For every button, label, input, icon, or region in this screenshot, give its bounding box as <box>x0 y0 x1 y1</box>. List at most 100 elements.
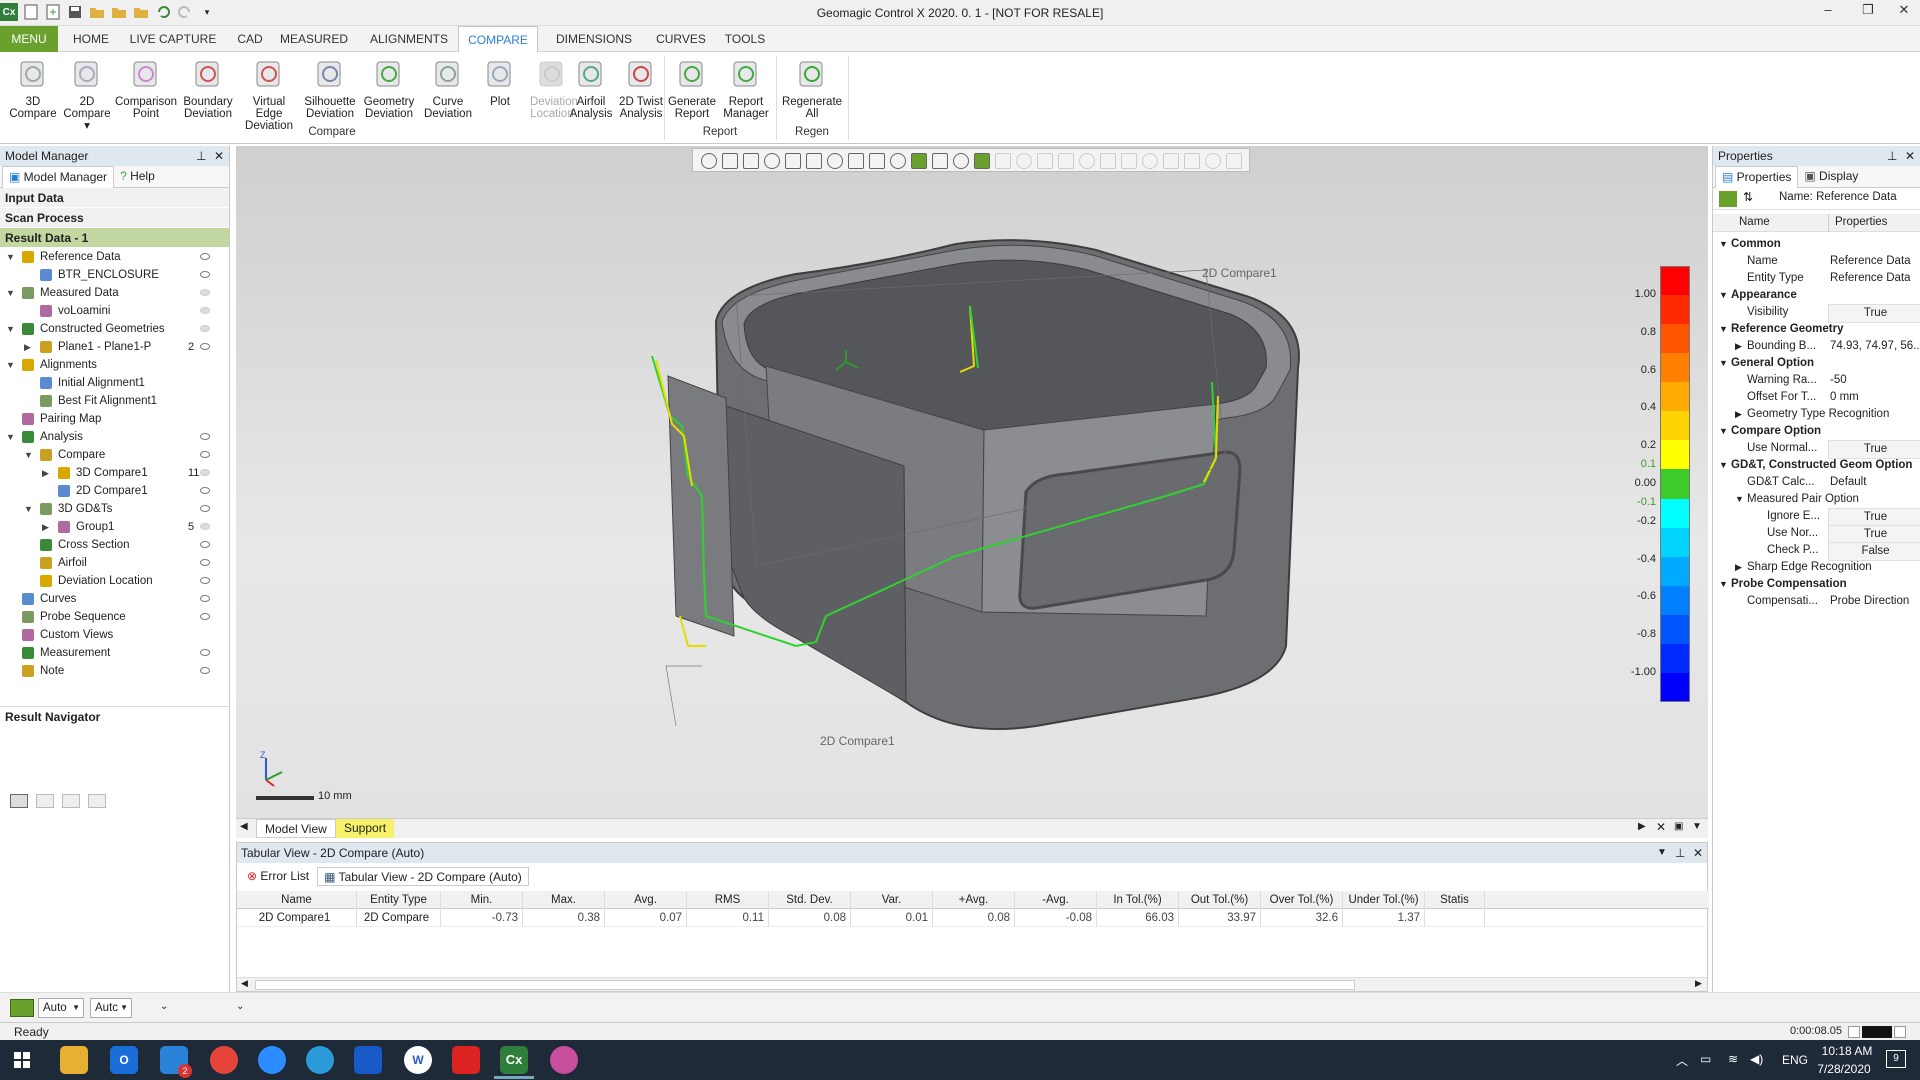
zoom-icon[interactable] <box>258 1046 286 1074</box>
navigator-settings-icon[interactable] <box>88 794 106 808</box>
tree-item[interactable]: ▶ 3D Compare1 11 <box>0 464 230 482</box>
curve-deviation-button[interactable]: Curve Deviation <box>420 58 476 120</box>
tab-menu[interactable]: MENU <box>0 26 58 52</box>
column-header[interactable]: +Avg. <box>933 891 1015 909</box>
collapse-icon[interactable]: ▼ <box>1719 321 1728 338</box>
column-header[interactable]: Min. <box>441 891 523 909</box>
tree-item[interactable]: ▼ Constructed Geometries <box>0 320 230 338</box>
wifi-icon[interactable]: ≋ <box>1728 1052 1738 1066</box>
column-header[interactable]: Statis <box>1425 891 1485 909</box>
property-row[interactable]: ▼ Compare Option <box>1713 423 1920 440</box>
property-row[interactable]: ▼ Reference Geometry <box>1713 321 1920 338</box>
property-row[interactable]: ▼ GD&T, Constructed Geom Option <box>1713 457 1920 474</box>
plot-button[interactable]: Plot <box>480 58 520 108</box>
column-header[interactable]: Over Tol.(%) <box>1261 891 1343 909</box>
visibility-eye-icon[interactable] <box>200 433 210 440</box>
column-header[interactable]: Out Tol.(%) <box>1179 891 1261 909</box>
visibility-eye-icon[interactable] <box>200 505 210 512</box>
column-header[interactable]: -Avg. <box>1015 891 1097 909</box>
expand-toggle-icon[interactable]: ▶ <box>42 464 52 482</box>
properties-close-icon[interactable]: ✕ <box>1905 146 1915 166</box>
tree-item[interactable]: voLoamini <box>0 302 230 320</box>
expand-toggle-icon[interactable]: ▶ <box>1735 559 1742 576</box>
collapse-icon[interactable]: ▼ <box>1719 423 1728 440</box>
property-row[interactable]: Use Normal... True <box>1713 440 1920 459</box>
table-horizontal-scrollbar[interactable]: ◀ ▶ <box>237 977 1707 991</box>
view-tool-icon[interactable] <box>1037 153 1053 169</box>
model-viewport[interactable]: 2D Compare1 2D Compare1 Z 10 mm <box>236 146 1708 820</box>
visibility-eye-icon[interactable] <box>200 307 210 314</box>
view-tool-icon[interactable] <box>974 153 990 169</box>
tree-item[interactable]: Cross Section <box>0 536 230 554</box>
file-explorer-icon[interactable] <box>60 1046 88 1074</box>
tree-item[interactable]: ▼ Alignments <box>0 356 230 374</box>
comparison-point-button[interactable]: Comparison Point <box>114 58 178 120</box>
visibility-eye-icon[interactable] <box>200 325 210 332</box>
table-row[interactable]: 2D Compare1 2D Compare -0.73 0.38 0.07 0.11 0.… <box>237 909 1709 927</box>
tree-item[interactable]: ▼ 3D GD&Ts <box>0 500 230 518</box>
virtual-edge-deviation-button[interactable]: Virtual Edge Deviation <box>238 58 300 132</box>
view-tool-icon[interactable] <box>1184 153 1200 169</box>
navigator-prev-icon[interactable] <box>36 794 54 808</box>
expand-toggle-icon[interactable]: ▼ <box>6 320 16 338</box>
visibility-eye-icon[interactable] <box>200 271 210 278</box>
3d-model-render[interactable] <box>236 146 1708 820</box>
tree-item[interactable]: Note <box>0 662 230 680</box>
property-row[interactable]: Use Nor... True <box>1713 525 1920 544</box>
search-app-icon[interactable] <box>452 1046 480 1074</box>
tree-item[interactable]: BTR_ENCLOSURE <box>0 266 230 284</box>
annotation-2d-compare-top[interactable]: 2D Compare1 <box>1202 266 1277 280</box>
silhouette-deviation-button[interactable]: Silhouette Deviation <box>302 58 358 120</box>
view-tool-icon[interactable] <box>701 153 717 169</box>
view-tool-icon[interactable] <box>1079 153 1095 169</box>
3d-compare-button[interactable]: 3D Compare <box>8 58 58 120</box>
property-value[interactable]: Reference Data <box>1828 270 1920 287</box>
tree-item[interactable]: Initial Alignment1 <box>0 374 230 392</box>
visibility-eye-icon[interactable] <box>200 469 210 476</box>
geometry-deviation-button[interactable]: Geometry Deviation <box>360 58 418 120</box>
property-value[interactable]: 74.93, 74.97, 56... <box>1828 338 1920 355</box>
generate-report-button[interactable]: Generate Report <box>664 58 720 120</box>
column-header[interactable]: Name <box>237 891 357 909</box>
tree-item[interactable]: Curves <box>0 590 230 608</box>
2d-twist-analysis-button[interactable]: 2D Twist Analysis <box>616 58 666 120</box>
sort-icon[interactable]: ⇅ <box>1743 190 1753 204</box>
tab-cad[interactable]: CAD <box>230 26 270 52</box>
filter-select-1[interactable]: Auto ▼ <box>38 998 84 1018</box>
visibility-eye-icon[interactable] <box>200 649 210 656</box>
tab-live-capture[interactable]: LIVE CAPTURE <box>124 26 222 52</box>
view-tool-icon[interactable] <box>743 153 759 169</box>
collapse-icon[interactable]: ▼ <box>1719 576 1728 593</box>
scroll-left-icon[interactable]: ◀ <box>241 978 248 989</box>
input-data-section[interactable]: Input Data <box>0 188 229 208</box>
clock-time[interactable]: 10:18 AM <box>1812 1044 1882 1058</box>
tab-home[interactable]: HOME <box>68 26 114 52</box>
tray-chevron-icon[interactable]: ︿ <box>1676 1052 1688 1069</box>
property-row[interactable]: ▼ Probe Compensation <box>1713 576 1920 593</box>
categorized-icon[interactable] <box>1719 191 1737 207</box>
property-row[interactable]: Offset For T... 0 mm <box>1713 389 1920 406</box>
tab-properties[interactable]: ▤ Properties <box>1715 166 1799 188</box>
tab-alignments[interactable]: ALIGNMENTS <box>364 26 454 52</box>
expand-toggle-icon[interactable]: ▶ <box>1735 406 1742 423</box>
tabs-close-icon[interactable]: ✕ <box>1656 820 1666 834</box>
property-row[interactable]: Compensati... Probe Direction <box>1713 593 1920 610</box>
clock-date[interactable]: 7/28/2020 <box>1806 1062 1882 1076</box>
report-manager-button[interactable]: Report Manager <box>718 58 774 120</box>
property-row[interactable]: Visibility True <box>1713 304 1920 323</box>
tab-error-list[interactable]: ⊗ Error List <box>241 867 315 886</box>
scan-process-section[interactable]: Scan Process <box>0 208 229 228</box>
close-icon[interactable]: ✕ <box>214 146 224 166</box>
view-tool-icon[interactable] <box>1163 153 1179 169</box>
column-header[interactable]: Entity Type <box>357 891 441 909</box>
expand-toggle-icon[interactable]: ▼ <box>1735 491 1744 508</box>
tree-item[interactable]: Airfoil <box>0 554 230 572</box>
property-row[interactable]: ▶ Geometry Type Recognition <box>1713 406 1920 423</box>
regenerate-all-button[interactable]: Regenerate All <box>776 58 848 120</box>
property-row[interactable]: Check P... False <box>1713 542 1920 561</box>
tab-curves[interactable]: CURVES <box>652 26 710 52</box>
column-header[interactable]: Under Tol.(%) <box>1343 891 1425 909</box>
view-tool-icon[interactable] <box>764 153 780 169</box>
visibility-eye-icon[interactable] <box>200 451 210 458</box>
result-data-section[interactable]: Result Data - 1 <box>0 228 229 248</box>
